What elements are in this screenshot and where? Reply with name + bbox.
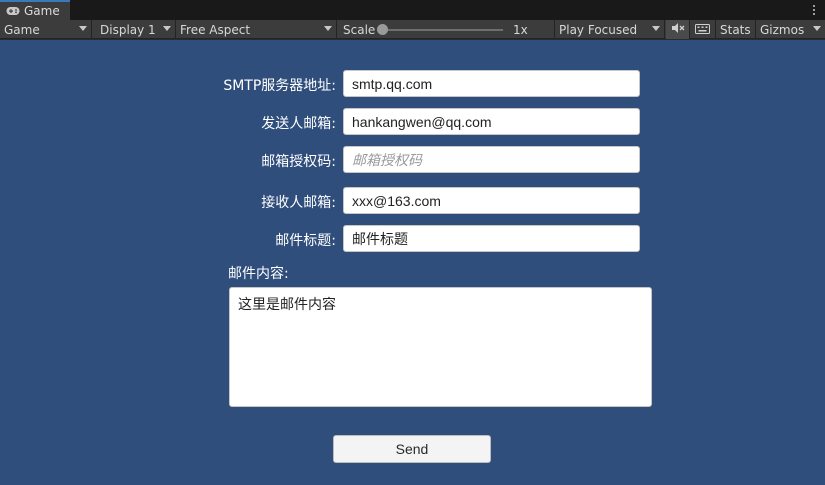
play-mode-select[interactable]: Play Focused — [555, 20, 665, 39]
aspect-select-label: Free Aspect — [180, 22, 251, 37]
receiver-email-input[interactable]: xxx@163.com — [343, 187, 640, 214]
content-textarea[interactable]: 这里是邮件内容 — [229, 287, 652, 407]
gizmos-dropdown[interactable]: Gizmos — [756, 20, 825, 39]
scale-slider-track[interactable] — [381, 29, 503, 31]
content-label: 邮件内容: — [228, 266, 289, 282]
view-select[interactable]: Game — [0, 20, 92, 39]
smtp-server-input[interactable]: smtp.qq.com — [343, 70, 640, 97]
auth-code-label: 邮箱授权码: — [261, 154, 336, 170]
keyboard-icon — [695, 23, 710, 37]
chevron-down-icon — [813, 26, 821, 31]
game-view: SMTP服务器地址: smtp.qq.com 发送人邮箱: hankangwen… — [0, 40, 825, 485]
chevron-down-icon — [163, 26, 171, 31]
tab-label: Game — [24, 4, 60, 18]
chevron-down-icon — [79, 26, 87, 31]
subject-label: 邮件标题: — [275, 233, 336, 249]
play-mode-label: Play Focused — [559, 22, 638, 37]
subject-input[interactable]: 邮件标题 — [343, 225, 640, 252]
gamepad-icon — [6, 6, 20, 16]
scale-value: 1x — [513, 22, 528, 37]
stats-toggle[interactable]: Stats — [716, 20, 756, 39]
receiver-email-label: 接收人邮箱: — [261, 195, 336, 211]
chevron-down-icon — [652, 26, 660, 31]
game-toolbar: Game Display 1 Free Aspect Scale 1x Play… — [0, 20, 825, 39]
smtp-server-label: SMTP服务器地址: — [223, 78, 336, 94]
display-select-label: Display 1 — [100, 22, 156, 37]
kebab-menu-icon[interactable] — [811, 2, 817, 18]
keyboard-shortcuts-button[interactable] — [690, 20, 716, 39]
tab-game[interactable]: Game — [0, 0, 70, 20]
scale-control: Scale 1x — [339, 20, 555, 39]
chevron-down-icon — [324, 26, 332, 31]
audio-mute-icon — [671, 22, 685, 37]
gizmos-label: Gizmos — [760, 22, 805, 37]
mute-audio-button[interactable] — [666, 20, 690, 39]
tab-strip: Game — [0, 0, 825, 20]
display-select[interactable]: Display 1 — [96, 20, 176, 39]
stats-label: Stats — [720, 22, 751, 37]
aspect-select[interactable]: Free Aspect — [176, 20, 337, 39]
scale-label: Scale — [343, 22, 376, 37]
sender-email-input[interactable]: hankangwen@qq.com — [343, 108, 640, 135]
send-button[interactable]: Send — [333, 435, 491, 463]
scale-slider-handle[interactable] — [377, 24, 388, 35]
sender-email-label: 发送人邮箱: — [261, 116, 336, 132]
view-select-label: Game — [4, 22, 40, 37]
auth-code-input[interactable]: 邮箱授权码 — [343, 146, 640, 173]
